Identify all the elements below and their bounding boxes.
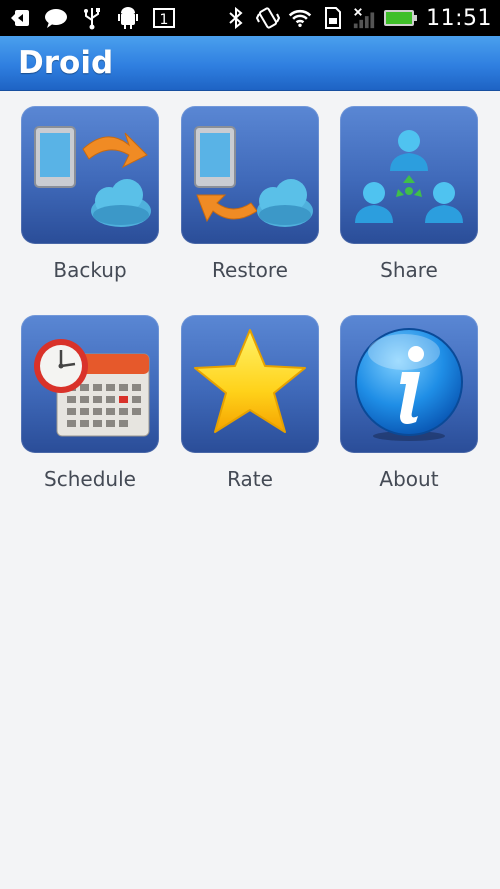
rate-label: Rate	[227, 467, 273, 491]
about-label: About	[379, 467, 439, 491]
app-title: Droid	[18, 45, 114, 81]
restore-label: Restore	[212, 258, 288, 282]
usb-icon	[80, 6, 104, 30]
schedule-label: Schedule	[44, 467, 136, 491]
share-icon	[355, 130, 463, 223]
rate-tile[interactable]: Rate	[180, 315, 320, 491]
schedule-icon	[34, 339, 150, 437]
back-icon	[8, 6, 32, 30]
signal-icon	[352, 6, 376, 30]
about-button[interactable]	[340, 315, 478, 453]
battery-icon	[384, 10, 418, 26]
notification-count-icon: 1	[152, 6, 176, 30]
share-label: Share	[380, 258, 438, 282]
wifi-icon	[288, 6, 312, 30]
status-bar-left: 1	[8, 6, 176, 30]
sd-card-icon	[320, 6, 344, 30]
status-bar: 1 11:51	[0, 0, 500, 36]
restore-tile[interactable]: Restore	[180, 106, 320, 282]
vibrate-icon	[256, 6, 281, 30]
backup-label: Backup	[53, 258, 127, 282]
about-tile[interactable]: About	[339, 315, 479, 491]
notification-count: 1	[160, 12, 169, 28]
app-header: Droid	[0, 36, 500, 91]
backup-button[interactable]	[21, 106, 159, 244]
bluetooth-icon	[224, 6, 248, 30]
restore-button[interactable]	[181, 106, 319, 244]
backup-tile[interactable]: Backup	[20, 106, 160, 282]
android-debug-icon	[116, 6, 140, 30]
about-info-icon	[355, 328, 463, 441]
share-button[interactable]	[340, 106, 478, 244]
status-bar-right: 11:51	[224, 6, 492, 31]
chat-icon	[44, 6, 68, 30]
restore-icon	[194, 126, 313, 227]
schedule-button[interactable]	[21, 315, 159, 453]
status-time: 11:51	[426, 5, 492, 31]
share-tile[interactable]: Share	[339, 106, 479, 282]
backup-icon	[34, 126, 151, 227]
schedule-tile[interactable]: Schedule	[20, 315, 160, 491]
rate-button[interactable]	[181, 315, 319, 453]
rate-star-icon	[194, 329, 306, 433]
